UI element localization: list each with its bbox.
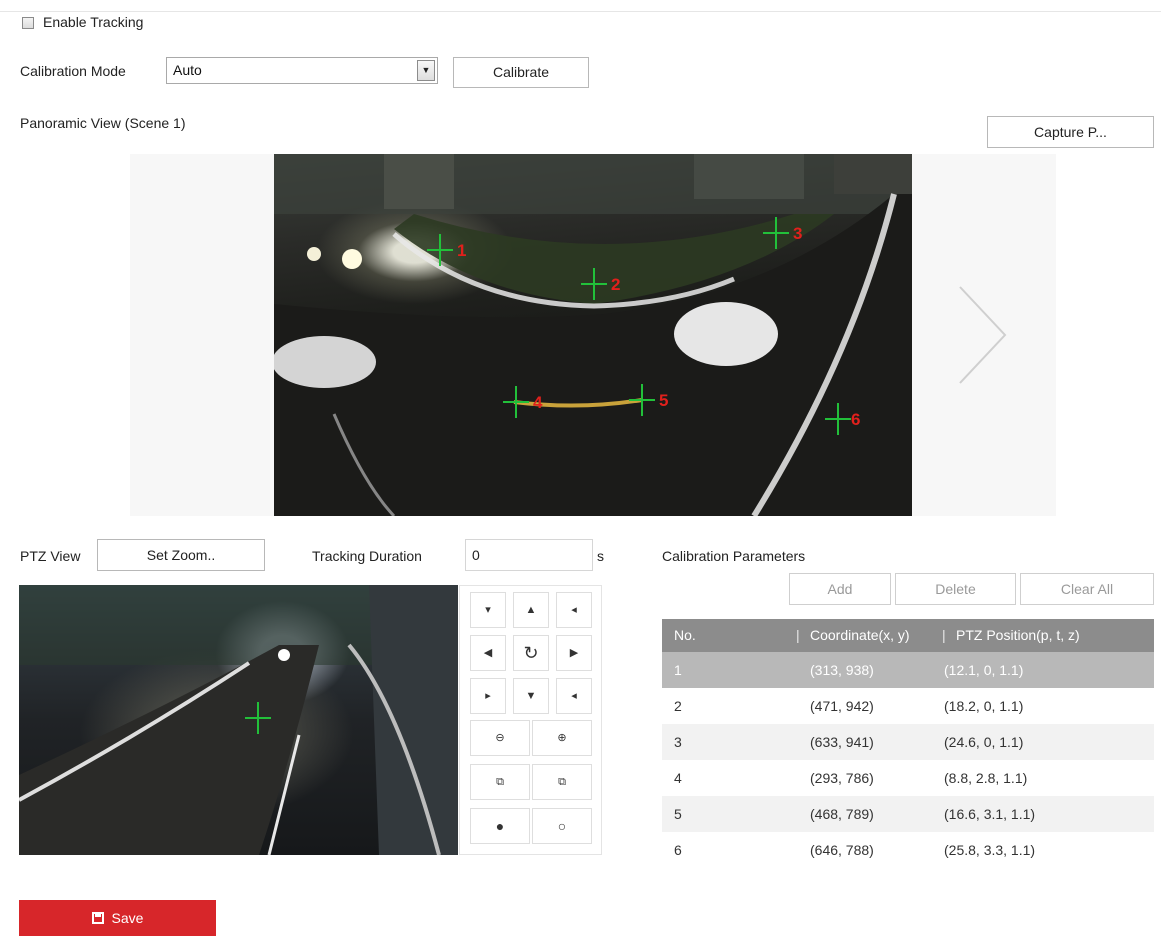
iris-open-icon[interactable]: ○: [532, 808, 592, 844]
row-no: 6: [674, 842, 682, 858]
save-button[interactable]: Save: [19, 900, 216, 936]
zoom-in-icon[interactable]: ⊕: [532, 720, 592, 756]
tilt-up-icon[interactable]: ▲: [513, 592, 549, 628]
row-coordinate: (468, 789): [810, 806, 874, 822]
pan-up-left-icon[interactable]: ▾: [470, 592, 506, 628]
table-row[interactable]: 4 (293, 786) (8.8, 2.8, 1.1): [662, 760, 1154, 796]
row-ptz-position: (24.6, 0, 1.1): [944, 734, 1024, 750]
row-no: 1: [674, 662, 682, 678]
chevron-down-icon[interactable]: ▼: [417, 60, 435, 81]
column-divider: |: [796, 627, 800, 643]
zoom-out-icon[interactable]: ⊖: [470, 720, 530, 756]
row-ptz-position: (16.6, 3.1, 1.1): [944, 806, 1036, 822]
row-coordinate: (646, 788): [810, 842, 874, 858]
tracking-duration-input[interactable]: 0: [465, 539, 593, 571]
ptz-control-panel: ▾ ▲ ◂ ◀ ↻ ▶ ▸ ▼ ◂ ⊖ ⊕ ⧉ ⧉ ● ○: [459, 585, 602, 855]
row-ptz-position: (12.1, 0, 1.1): [944, 662, 1024, 678]
column-header-no: No.: [674, 627, 696, 643]
table-row[interactable]: 5 (468, 789) (16.6, 3.1, 1.1): [662, 796, 1154, 832]
row-coordinate: (471, 942): [810, 698, 874, 714]
table-row[interactable]: 2 (471, 942) (18.2, 0, 1.1): [662, 688, 1154, 724]
focus-near-icon[interactable]: ⧉: [470, 764, 530, 800]
save-label: Save: [111, 910, 144, 926]
marker-label: 1: [457, 241, 466, 260]
tilt-down-icon[interactable]: ▼: [513, 678, 549, 714]
row-ptz-position: (8.8, 2.8, 1.1): [944, 770, 1028, 786]
tracking-duration-label: Tracking Duration: [312, 548, 422, 564]
column-header-ptz-position: PTZ Position(p, t, z): [956, 627, 1080, 643]
row-no: 3: [674, 734, 682, 750]
capture-panorama-button[interactable]: Capture P...: [987, 116, 1154, 148]
marker-label: 2: [611, 275, 620, 294]
ptz-view-title: PTZ View: [20, 548, 81, 564]
duration-unit: s: [597, 548, 604, 564]
ptz-overlay: [19, 585, 458, 855]
panoramic-view-title: Panoramic View (Scene 1): [20, 115, 186, 131]
enable-tracking-checkbox[interactable]: [22, 17, 34, 29]
calibration-parameters-title: Calibration Parameters: [662, 548, 806, 564]
pan-up-right-icon[interactable]: ◂: [556, 592, 592, 628]
row-ptz-position: (18.2, 0, 1.1): [944, 698, 1024, 714]
pan-left-icon[interactable]: ◀: [470, 635, 506, 671]
table-row[interactable]: 1 (313, 938) (12.1, 0, 1.1): [662, 652, 1154, 688]
marker-label: 5: [659, 391, 668, 410]
pan-right-icon[interactable]: ▶: [556, 635, 592, 671]
focus-far-icon[interactable]: ⧉: [532, 764, 592, 800]
column-divider: |: [942, 627, 946, 643]
panorama-overlay: 1 2 3 4 5 6: [274, 154, 912, 516]
enable-tracking-label: Enable Tracking: [43, 14, 144, 30]
table-header: No. | Coordinate(x, y) | PTZ Position(p,…: [662, 619, 1154, 652]
pan-down-left-icon[interactable]: ▸: [470, 678, 506, 714]
top-divider: [0, 11, 1161, 12]
panoramic-image[interactable]: 1 2 3 4 5 6: [274, 154, 912, 516]
marker-label: 6: [851, 410, 860, 429]
calibrate-button[interactable]: Calibrate: [453, 57, 589, 88]
set-zoom-button[interactable]: Set Zoom..: [97, 539, 265, 571]
pan-down-right-icon[interactable]: ◂: [556, 678, 592, 714]
delete-button[interactable]: Delete: [895, 573, 1016, 605]
marker-label: 3: [793, 224, 802, 243]
calibration-mode-select[interactable]: Auto ▼: [166, 57, 438, 84]
table-row[interactable]: 6 (646, 788) (25.8, 3.3, 1.1): [662, 832, 1154, 868]
clear-all-button[interactable]: Clear All: [1020, 573, 1154, 605]
ptz-live-image[interactable]: [19, 585, 458, 855]
chevron-right-icon[interactable]: [955, 285, 1010, 385]
column-header-coordinate: Coordinate(x, y): [810, 627, 910, 643]
auto-rotate-icon[interactable]: ↻: [513, 635, 549, 671]
table-row[interactable]: 3 (633, 941) (24.6, 0, 1.1): [662, 724, 1154, 760]
row-coordinate: (633, 941): [810, 734, 874, 750]
row-no: 5: [674, 806, 682, 822]
calibration-table: No. | Coordinate(x, y) | PTZ Position(p,…: [662, 619, 1154, 868]
calibration-mode-value: Auto: [173, 62, 202, 78]
save-icon: [91, 912, 104, 924]
calibration-mode-label: Calibration Mode: [20, 63, 126, 79]
row-no: 2: [674, 698, 682, 714]
row-ptz-position: (25.8, 3.3, 1.1): [944, 842, 1036, 858]
iris-close-icon[interactable]: ●: [470, 808, 530, 844]
row-no: 4: [674, 770, 682, 786]
row-coordinate: (313, 938): [810, 662, 874, 678]
marker-label: 4: [533, 393, 543, 412]
add-button[interactable]: Add: [789, 573, 891, 605]
row-coordinate: (293, 786): [810, 770, 874, 786]
